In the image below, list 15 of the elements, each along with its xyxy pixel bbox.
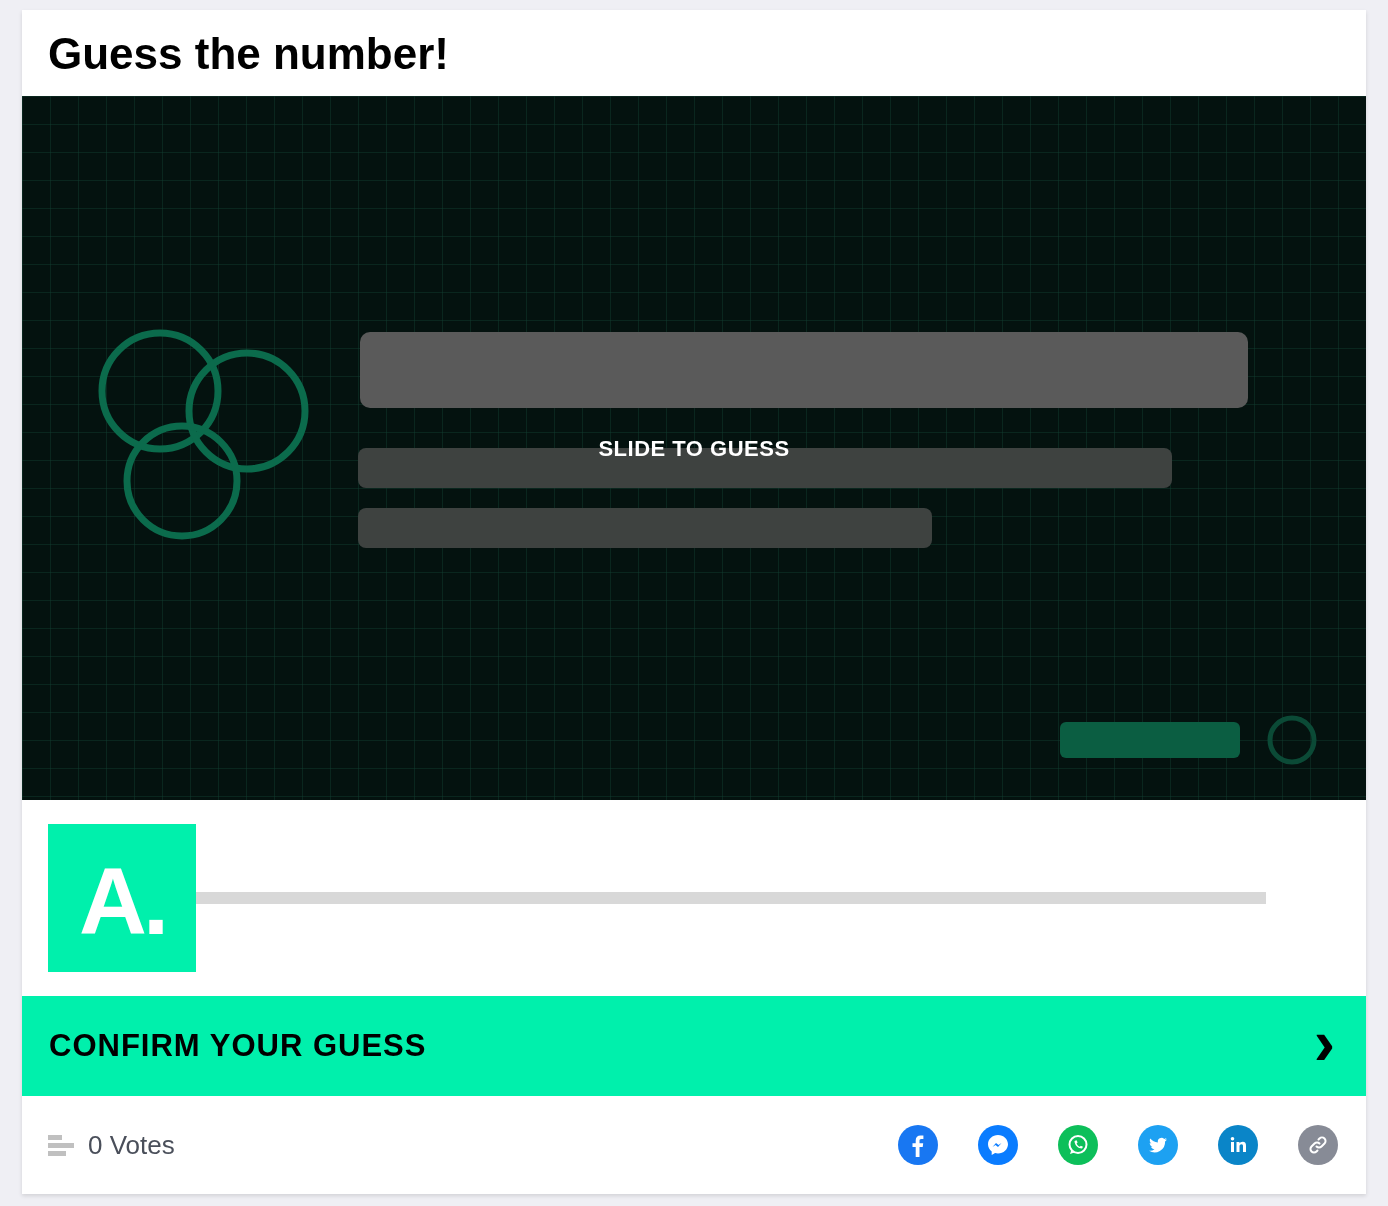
share-button[interactable] <box>1138 1125 1178 1165</box>
share-button[interactable] <box>1218 1125 1258 1165</box>
bar-chart-icon <box>48 1133 74 1157</box>
messenger-icon <box>986 1133 1010 1157</box>
vote-count: 0 Votes <box>88 1129 175 1161</box>
slider-thumb[interactable]: A. <box>48 824 196 972</box>
copy-link-button[interactable] <box>1298 1125 1338 1165</box>
confirm-button[interactable]: CONFIRM YOUR GUESS › <box>22 996 1366 1096</box>
share-button[interactable] <box>978 1125 1018 1165</box>
slide-hint: SLIDE TO GUESS <box>598 436 790 462</box>
slider-track[interactable]: A. <box>48 824 1266 972</box>
share-button[interactable] <box>898 1125 938 1165</box>
share-button[interactable] <box>1058 1125 1098 1165</box>
poll-title: Guess the number! <box>47 28 450 80</box>
whatsapp-icon <box>1066 1133 1090 1157</box>
